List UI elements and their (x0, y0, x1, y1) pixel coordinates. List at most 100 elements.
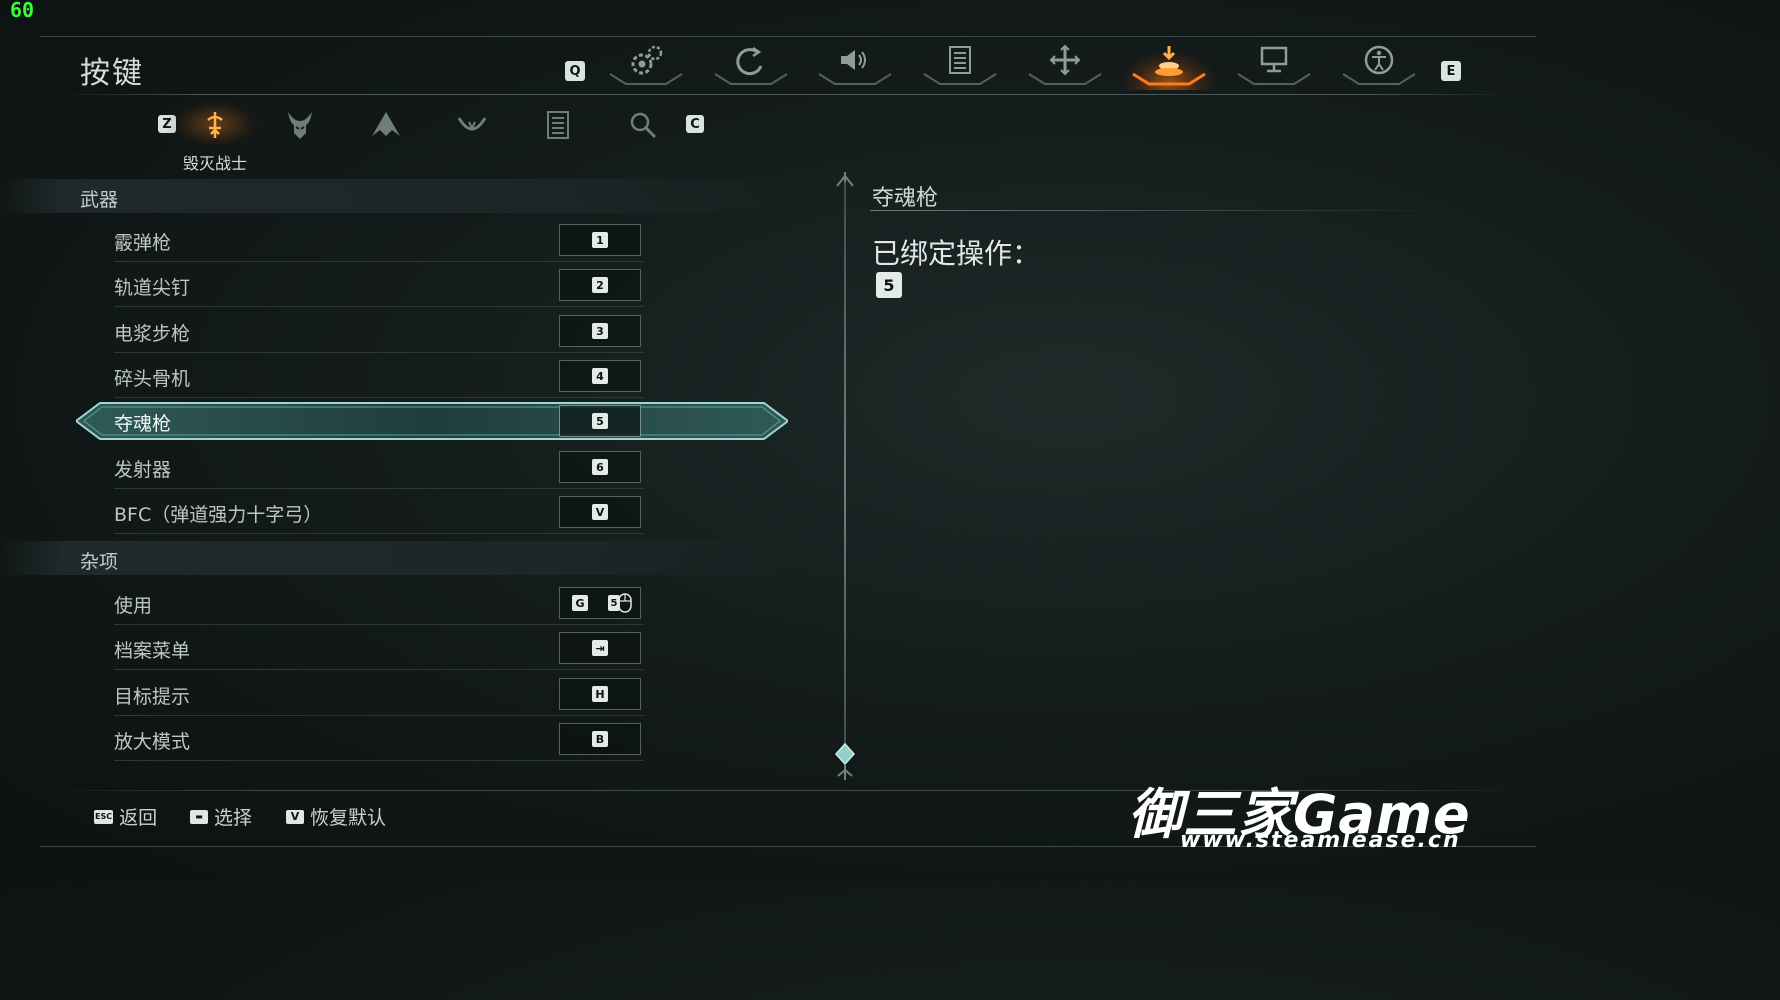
key-cap: 4 (592, 368, 608, 384)
back-label: 返回 (119, 807, 158, 829)
section-header-weapons: 武器 (0, 179, 790, 213)
action-label: 碎头骨机 (114, 368, 191, 390)
key-cap: B (592, 731, 608, 747)
action-label: BFC（弹道强力十字弓） (114, 504, 323, 526)
key-cap: ⇥ (592, 640, 608, 656)
tab-base-ornament (1237, 73, 1311, 85)
restore-label: 恢复默认 (310, 807, 387, 829)
tab-audio[interactable] (813, 40, 897, 86)
bind-row-codex-menu[interactable]: 档案菜单 ⇥ (114, 627, 644, 670)
subtab-demon[interactable] (275, 108, 325, 142)
subtab-emblem[interactable] (447, 108, 497, 142)
action-label: 发射器 (114, 459, 172, 481)
tab-base-ornament (609, 73, 683, 85)
key-cap: 1 (592, 232, 608, 248)
back-key: ESC (94, 809, 114, 824)
subtab-creature[interactable] (361, 108, 411, 142)
key-slot[interactable]: 6 (559, 451, 641, 483)
action-label: 霰弹枪 (114, 232, 172, 254)
fps-counter: 60 (10, 0, 35, 22)
top-frame-line (40, 36, 1536, 37)
key-slot[interactable]: 3 (559, 315, 641, 347)
tab-video[interactable] (1232, 40, 1316, 86)
key-cap: 5 (592, 413, 608, 429)
key-slot[interactable]: 1 (559, 224, 641, 256)
key-slot[interactable]: 2 (559, 269, 641, 301)
next-category-key[interactable]: E (1441, 61, 1461, 81)
tab-gameplay[interactable] (709, 40, 793, 86)
bind-row-shotgun[interactable]: 霰弹枪 1 (114, 219, 644, 262)
select-key: ▬ (190, 809, 208, 824)
detail-title: 夺魂枪 (872, 186, 939, 211)
section-header-misc: 杂项 (0, 541, 790, 575)
wing-creature-icon (372, 112, 400, 136)
tab-base-ornament (714, 73, 788, 85)
tab-hud[interactable] (918, 40, 1002, 86)
tab-base-ornament (818, 73, 892, 85)
restore-defaults-button[interactable]: V 恢复默认 (286, 803, 386, 830)
watermark-url: www.steamlease.cn (1180, 828, 1461, 853)
scrollbar-thumb[interactable] (832, 742, 858, 782)
magnifier-icon (630, 112, 657, 139)
section-title: 武器 (80, 189, 119, 211)
action-label: 放大模式 (114, 731, 191, 753)
mouse-icon (618, 593, 632, 613)
subtab-search[interactable] (618, 108, 668, 142)
select-label: 选择 (214, 807, 253, 829)
action-label: 目标提示 (114, 686, 191, 708)
tab-settings[interactable] (604, 40, 688, 86)
key-slot[interactable]: V (559, 496, 641, 528)
bowl-emblem-icon (457, 117, 487, 131)
section-title: 杂项 (80, 551, 119, 573)
detail-title-underline (870, 210, 1460, 211)
bind-row-zoom-mode[interactable]: 放大模式 B (114, 718, 644, 761)
slayer-rune-icon (207, 112, 223, 138)
bind-row-objective-hint[interactable]: 目标提示 H (114, 673, 644, 716)
detail-bound-key: 5 (876, 272, 902, 298)
scrollbar-track[interactable] (844, 182, 846, 764)
key-cap: 3 (592, 323, 608, 339)
action-label: 档案菜单 (114, 640, 191, 662)
bind-row-rail-spike[interactable]: 轨道尖钉 2 (114, 264, 644, 307)
prev-category-key[interactable]: Q (565, 61, 585, 81)
subtab-slayer[interactable] (166, 98, 264, 150)
tab-base-ornament (1028, 73, 1102, 85)
key-cap: 2 (592, 277, 608, 293)
bind-row-skull-crusher[interactable]: 碎头骨机 4 (114, 355, 644, 398)
key-slot[interactable]: B (559, 723, 641, 755)
active-subtab-label: 毁灭战士 (182, 154, 247, 173)
key-slot[interactable]: 5 (559, 405, 641, 437)
subtab-list[interactable] (533, 108, 583, 142)
bind-row-launcher[interactable]: 发射器 6 (114, 446, 644, 489)
key-cap: H (592, 686, 608, 702)
key-cap: 6 (592, 459, 608, 475)
list-icon (547, 111, 569, 139)
back-button[interactable]: ESC 返回 (94, 803, 157, 830)
demon-helmet-icon (288, 112, 312, 139)
key-cap: V (592, 504, 608, 520)
tab-base-ornament (1342, 73, 1416, 85)
tab-controls[interactable] (1023, 40, 1107, 86)
tab-base-ornament (1132, 72, 1206, 86)
page-title: 按键 (80, 56, 144, 91)
tab-base-ornament (923, 73, 997, 85)
key-cap: G (572, 595, 588, 611)
bind-row-bfc[interactable]: BFC（弹道强力十字弓） V (114, 491, 644, 534)
key-slot[interactable]: ⇥ (559, 632, 641, 664)
action-label: 电浆步枪 (114, 323, 191, 345)
bind-row-plasma-rifle[interactable]: 电浆步枪 3 (114, 310, 644, 353)
tab-accessibility[interactable] (1337, 40, 1421, 86)
key-slot[interactable]: G 5 (559, 587, 641, 619)
restore-key: V (286, 809, 304, 824)
tab-keybindings[interactable] (1121, 40, 1217, 90)
key-slot[interactable]: 4 (559, 360, 641, 392)
action-label: 使用 (114, 595, 153, 617)
header-underline (60, 94, 1510, 95)
detail-bound-label: 已绑定操作： (872, 237, 1041, 270)
watermark-logo: 御三家Game www.steamlease.cn (1128, 770, 1538, 860)
select-button[interactable]: ▬ 选择 (190, 803, 252, 830)
next-subcategory-key[interactable]: C (686, 115, 704, 133)
bind-row-soul-gun[interactable]: 夺魂枪 5 (114, 400, 644, 442)
bind-row-use[interactable]: 使用 G 5 (114, 582, 644, 625)
key-slot[interactable]: H (559, 678, 641, 710)
